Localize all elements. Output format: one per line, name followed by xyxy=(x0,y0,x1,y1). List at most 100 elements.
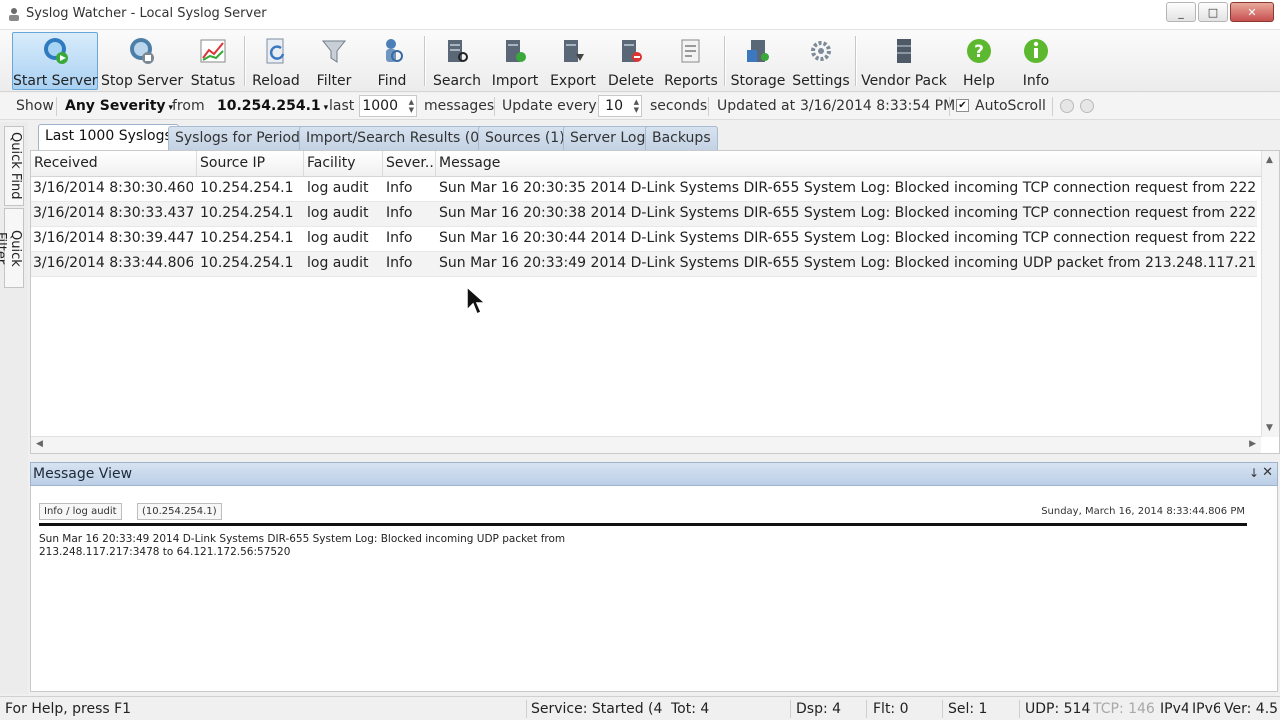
filter-bar: Show Any Severity ▾ from 10.254.254.1 ▾ la… xyxy=(0,93,1280,120)
tab-strip: Last 1000 Syslogs Syslogs for Period Imp… xyxy=(30,124,1280,150)
scroll-up-icon[interactable]: ▲ xyxy=(1266,155,1273,165)
settings-icon xyxy=(811,41,831,61)
source-dropdown[interactable]: 10.254.254.1 ▾ xyxy=(217,98,328,114)
vendor-pack-button[interactable]: Vendor Pack xyxy=(860,32,948,90)
column-source-ip[interactable]: Source IP xyxy=(197,151,304,176)
mouse-cursor-icon xyxy=(466,286,486,316)
from-label: from xyxy=(172,98,205,114)
start-server-button[interactable]: Start Server xyxy=(12,32,98,90)
cell-source-ip: 10.254.254.1 xyxy=(200,230,294,246)
help-hint: For Help, press F1 xyxy=(5,701,132,717)
cell-facility: log audit xyxy=(307,230,369,246)
info-button[interactable]: Info xyxy=(1012,32,1060,90)
column-facility[interactable]: Facility xyxy=(304,151,383,176)
storage-label: Storage xyxy=(730,73,786,89)
status-label: Status xyxy=(190,73,236,89)
delete-icon xyxy=(622,40,642,62)
reports-button[interactable]: Reports xyxy=(662,32,720,90)
tab-import-search-results[interactable]: Import/Search Results (0) xyxy=(299,126,492,150)
cell-message: Sun Mar 16 20:30:44 2014 D-Link Systems … xyxy=(439,230,1257,246)
reload-button[interactable]: Reload xyxy=(250,32,302,90)
stop-server-button[interactable]: Stop Server xyxy=(100,32,183,90)
refresh-icon[interactable] xyxy=(1080,99,1094,113)
delete-button[interactable]: Delete xyxy=(604,32,658,90)
tab-server-log[interactable]: Server Log xyxy=(563,126,653,150)
severity-dropdown[interactable]: Any Severity ▾ xyxy=(65,98,173,114)
search-button[interactable]: Search xyxy=(430,32,484,90)
vendor-pack-icon xyxy=(897,39,911,63)
filtered-count: Flt: 0 xyxy=(873,701,909,717)
stepper-arrows-icon[interactable]: ▲ ▼ xyxy=(409,98,414,114)
help-button[interactable]: ? Help xyxy=(954,32,1004,90)
count-stepper[interactable]: 1000 ▲ ▼ xyxy=(359,95,417,117)
stop-server-icon xyxy=(130,38,154,64)
column-message[interactable]: Message xyxy=(436,151,1261,176)
column-severity[interactable]: Sever... xyxy=(383,151,436,176)
settings-button[interactable]: Settings xyxy=(791,32,851,90)
vertical-scrollbar[interactable]: ▲ ▼ xyxy=(1261,151,1279,437)
tcp-port: TCP: 1468 xyxy=(1093,701,1155,717)
syslog-grid: Received Source IP Facility Sever... Mes… xyxy=(30,150,1280,454)
tab-last-1000-syslogs[interactable]: Last 1000 Syslogs xyxy=(38,124,179,150)
close-button[interactable]: ✕ xyxy=(1230,2,1274,22)
cell-source-ip: 10.254.254.1 xyxy=(200,205,294,221)
cell-source-ip: 10.254.254.1 xyxy=(200,255,294,271)
severity-facility-tag: Info / log audit xyxy=(39,503,122,520)
tab-syslogs-for-period[interactable]: Syslogs for Period xyxy=(168,126,307,150)
panel-close-icon[interactable]: ✕ xyxy=(1262,465,1273,480)
toolbar: Start Server Stop Server Status Reload F… xyxy=(0,30,1280,92)
udp-port: UDP: 514 xyxy=(1025,701,1091,717)
scroll-left-icon[interactable]: ◀ xyxy=(36,439,43,449)
tab-backups[interactable]: Backups xyxy=(645,126,718,150)
start-server-icon xyxy=(44,38,68,64)
find-button[interactable]: Find xyxy=(368,32,416,90)
quick-find-tab[interactable]: Quick Find xyxy=(4,126,24,206)
help-label: Help xyxy=(963,73,995,89)
export-button[interactable]: Export xyxy=(546,32,600,90)
scroll-right-icon[interactable]: ▶ xyxy=(1249,439,1256,449)
interval-stepper[interactable]: 10 ▲ ▼ xyxy=(598,95,642,117)
message-view-title: Message View xyxy=(33,466,133,482)
toolbar-separator xyxy=(244,36,245,86)
help-icon: ? xyxy=(967,39,991,63)
vendor-pack-label: Vendor Pack xyxy=(861,73,947,89)
source-tag: (10.254.254.1) xyxy=(137,503,222,520)
horizontal-scrollbar[interactable]: ◀ ▶ xyxy=(31,436,1261,453)
quick-filter-tab[interactable]: Quick Filter xyxy=(0,208,24,288)
version: Ver: 4.5. xyxy=(1224,701,1278,717)
column-received[interactable]: Received xyxy=(31,151,197,176)
status-button[interactable]: Status xyxy=(188,32,238,90)
heart-icon[interactable] xyxy=(1060,99,1074,113)
filter-separator xyxy=(708,97,709,116)
message-view-header: Message View ↓ ✕ xyxy=(30,462,1278,486)
table-row[interactable]: 3/16/2014 8:30:33.437 ... 10.254.254.1 l… xyxy=(31,202,1257,227)
count-value: 1000 xyxy=(362,98,398,114)
toolbar-separator xyxy=(424,36,425,86)
storage-button[interactable]: Storage xyxy=(729,32,787,90)
interval-value: 10 xyxy=(605,98,623,114)
message-text: Sun Mar 16 20:33:49 2014 D-Link Systems … xyxy=(39,533,566,558)
filter-icon xyxy=(321,40,347,63)
delete-label: Delete xyxy=(608,73,654,89)
table-row[interactable]: 3/16/2014 8:30:30.460 ... 10.254.254.1 l… xyxy=(31,177,1257,202)
maximize-button[interactable]: □ xyxy=(1198,2,1228,22)
autoscroll-checkbox[interactable]: ✔ xyxy=(956,99,969,112)
status-separator xyxy=(1019,700,1020,718)
import-button[interactable]: Import xyxy=(488,32,542,90)
filter-separator xyxy=(494,97,495,116)
table-row[interactable]: 3/16/2014 8:30:39.447 ... 10.254.254.1 l… xyxy=(31,227,1257,252)
cell-received: 3/16/2014 8:30:39.447 ... xyxy=(33,230,193,246)
stepper-arrows-icon[interactable]: ▲ ▼ xyxy=(634,98,639,114)
minimize-button[interactable]: _ xyxy=(1166,2,1196,22)
tab-sources[interactable]: Sources (1) xyxy=(478,126,572,150)
reports-label: Reports xyxy=(664,73,718,89)
pin-icon[interactable]: ↓ xyxy=(1249,466,1259,480)
table-row-selected[interactable]: 3/16/2014 8:33:44.806 ... 10.254.254.1 l… xyxy=(31,252,1257,277)
filter-button[interactable]: Filter xyxy=(310,32,358,90)
scroll-down-icon[interactable]: ▼ xyxy=(1266,423,1273,433)
severity-value: Any Severity xyxy=(65,98,166,114)
cell-received: 3/16/2014 8:33:44.806 ... xyxy=(33,255,193,271)
search-icon xyxy=(448,40,468,62)
filter-label: Filter xyxy=(316,73,352,89)
filter-separator xyxy=(1052,97,1053,116)
